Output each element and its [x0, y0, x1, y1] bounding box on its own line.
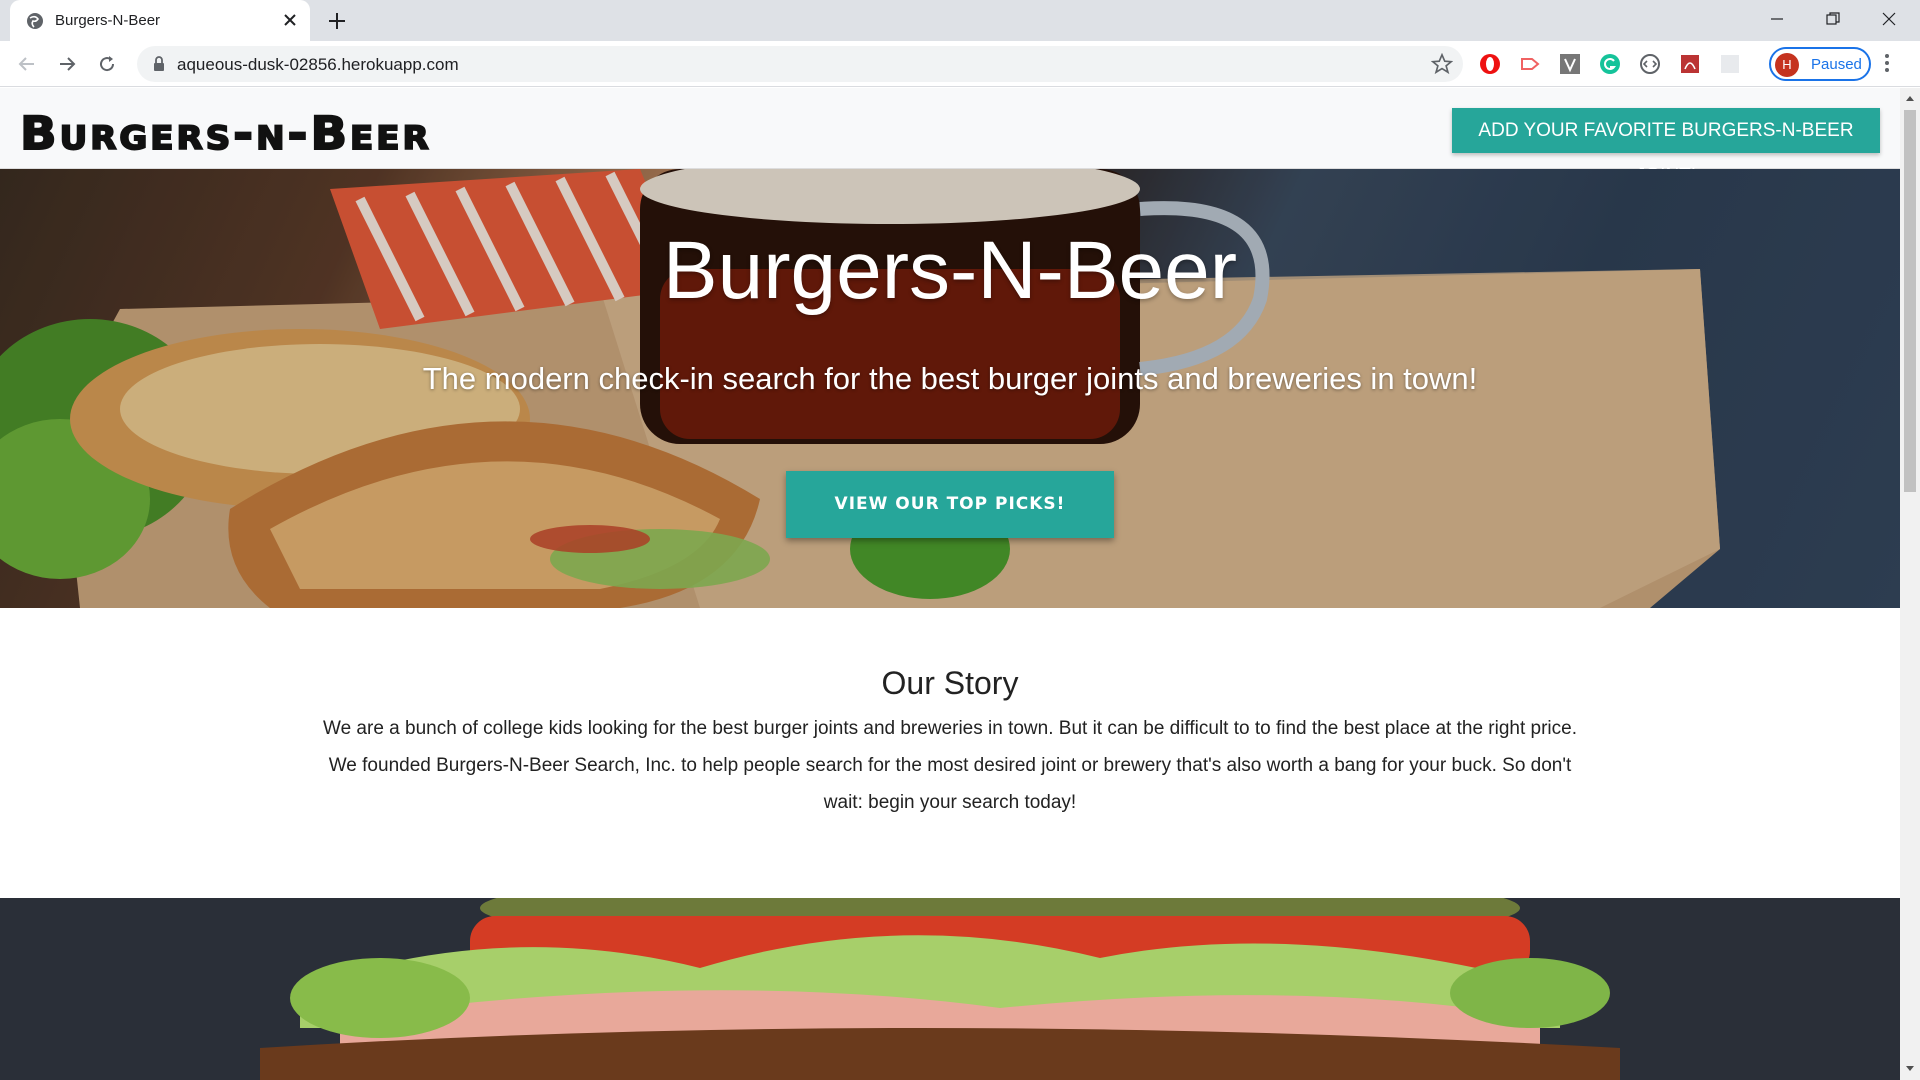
vertical-scrollbar[interactable] — [1900, 88, 1920, 1080]
scroll-up-arrow-icon[interactable] — [1905, 93, 1915, 103]
new-tab-icon[interactable] — [325, 9, 349, 33]
close-tab-icon[interactable] — [280, 10, 300, 30]
restore-icon[interactable] — [1810, 0, 1856, 38]
profile-status: Paused — [1811, 56, 1862, 73]
hero-banner: Burgers-N-Beer The modern check-in searc… — [0, 169, 1900, 608]
more-menu-icon[interactable] — [1884, 52, 1890, 74]
story-paragraph: We are a bunch of college kids looking f… — [322, 718, 1578, 813]
browser-tab[interactable]: Burgers-N-Beer — [10, 0, 310, 41]
url-text: aqueous-dusk-02856.herokuapp.com — [177, 55, 459, 74]
reload-icon[interactable] — [93, 50, 121, 78]
minimize-icon[interactable] — [1754, 0, 1800, 38]
tab-title: Burgers-N-Beer — [55, 12, 161, 29]
avatar: H — [1775, 53, 1799, 77]
story-heading: Our Story — [881, 665, 1019, 701]
add-joint-button[interactable]: ADD YOUR FAVORITE BURGERS-N-BEER JOINT! — [1452, 108, 1880, 186]
profile-button[interactable]: H Paused — [1769, 47, 1871, 81]
opera-extension-icon[interactable] — [1479, 53, 1501, 75]
code-extension-icon[interactable] — [1639, 53, 1661, 75]
forward-icon[interactable] — [53, 50, 81, 78]
blank-extension-icon[interactable] — [1719, 53, 1741, 75]
page-viewport: Burgers-n-Beer ADD YOUR FAVORITE BURGERS… — [0, 88, 1900, 1080]
burger-photo — [0, 898, 1900, 1080]
v-extension-icon[interactable] — [1559, 53, 1581, 75]
lock-icon — [154, 56, 164, 71]
scroll-thumb[interactable] — [1904, 110, 1916, 492]
burger-image — [0, 898, 1900, 1080]
scroll-down-arrow-icon[interactable] — [1905, 1064, 1915, 1074]
address-bar[interactable]: aqueous-dusk-02856.herokuapp.com — [137, 46, 1463, 82]
site-logo[interactable]: Burgers-n-Beer — [19, 106, 432, 161]
grammarly-icon[interactable] — [1599, 53, 1621, 75]
pdf-extension-icon[interactable] — [1679, 53, 1701, 75]
bookmark-star-icon[interactable] — [1431, 53, 1453, 75]
share-extension-icon[interactable] — [1519, 53, 1541, 75]
tab-strip: Burgers-N-Beer — [0, 0, 1920, 41]
hero-subtitle: The modern check-in search for the best … — [422, 361, 1478, 396]
view-top-picks-button[interactable]: View our top picks! — [786, 471, 1114, 538]
close-window-icon[interactable] — [1866, 0, 1912, 38]
hero-title: Burgers-N-Beer — [662, 225, 1238, 316]
back-icon[interactable] — [13, 50, 41, 78]
site-navbar: Burgers-n-Beer ADD YOUR FAVORITE BURGERS… — [0, 88, 1900, 186]
globe-icon — [27, 13, 43, 29]
browser-toolbar: aqueous-dusk-02856.herokuapp.com H Pause… — [0, 41, 1920, 87]
